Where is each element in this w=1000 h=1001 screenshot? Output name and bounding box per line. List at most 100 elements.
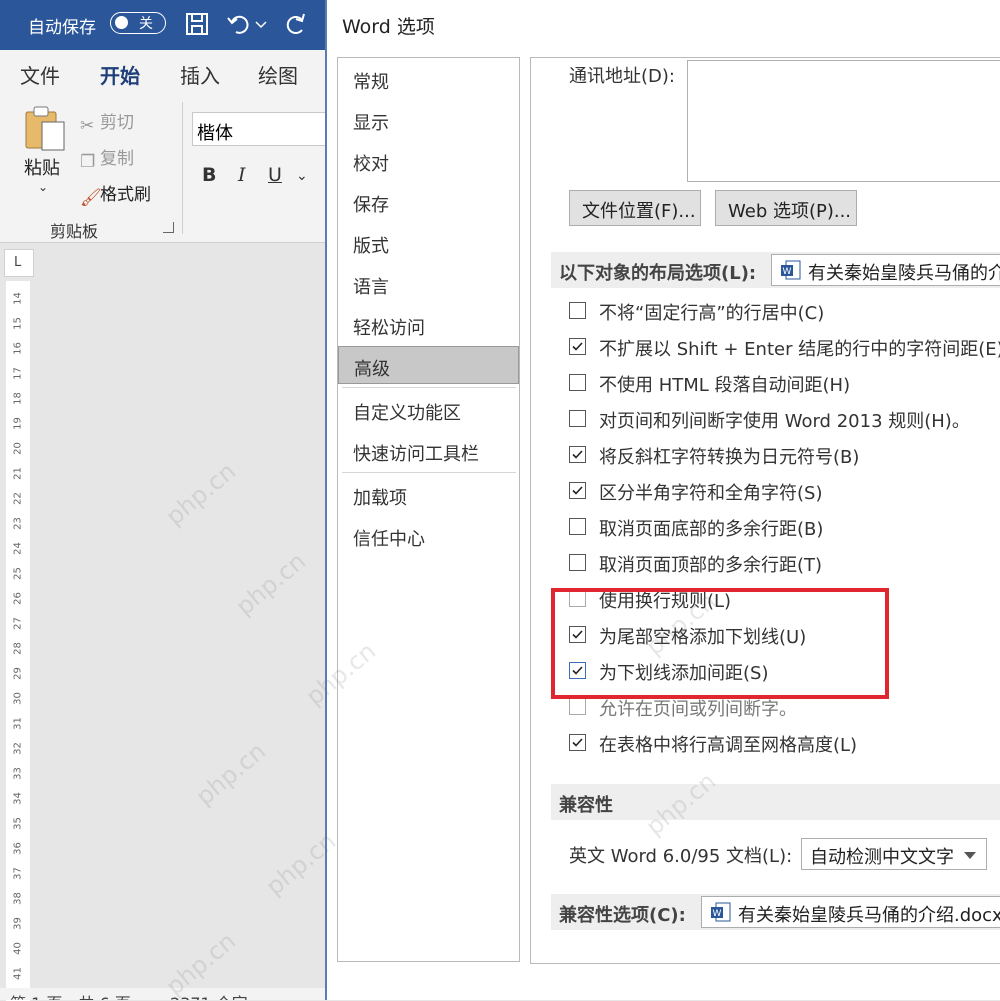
nav-accessibility[interactable]: 轻松访问: [338, 306, 519, 344]
ruler-number: 39: [12, 917, 24, 930]
compatibility-header: 兼容性: [551, 784, 1000, 820]
autosave-toggle[interactable]: 关: [110, 12, 166, 34]
compat-document-select[interactable]: W 有关秦始皇陵兵马俑的介绍.docx: [701, 896, 1000, 928]
layout-options-header: 以下对象的布局选项(L): W 有关秦始皇陵兵马俑的介绍.docx: [551, 252, 1000, 288]
option-checkbox[interactable]: [569, 446, 586, 463]
ribbon-tabs: 文件 开始 插入 绘图: [0, 50, 330, 98]
font-name-box[interactable]: 楷体: [192, 112, 332, 146]
option-checkbox[interactable]: [569, 518, 586, 535]
english-word-value: 自动检测中文文字: [810, 847, 954, 868]
ruler-number: 22: [12, 492, 24, 505]
copy-button[interactable]: ❐ 复制: [80, 144, 134, 172]
option-checkbox[interactable]: [569, 338, 586, 355]
tab-draw[interactable]: 绘图: [258, 60, 298, 89]
check-icon: [572, 450, 583, 459]
ruler-number: 19: [12, 417, 24, 430]
option-checkbox[interactable]: [569, 734, 586, 751]
layout-document-select[interactable]: W 有关秦始皇陵兵马俑的介绍.docx: [771, 254, 1000, 286]
cut-button[interactable]: ✂ 剪切: [80, 108, 134, 136]
option-checkbox[interactable]: [569, 302, 586, 319]
english-word-label: 英文 Word 6.0/95 文档(L):: [569, 846, 793, 867]
ruler-number: 24: [12, 542, 24, 555]
undo-icon[interactable]: [226, 10, 252, 38]
tab-home[interactable]: 开始: [100, 60, 140, 98]
options-nav: 常规 显示 校对 保存 版式 语言 轻松访问 高级 自定义功能区 快速访问工具栏…: [337, 57, 520, 962]
format-painter-button[interactable]: 🖌格式刷: [80, 180, 151, 208]
highlight-box: [551, 588, 889, 699]
underline-dropdown-icon[interactable]: ⌄: [296, 168, 308, 184]
check-icon: [572, 738, 583, 747]
english-word-select[interactable]: 自动检测中文文字: [801, 838, 987, 870]
status-bar: 第 1 页，共 6 页 2371 个字: [0, 988, 330, 1000]
page-count[interactable]: 第 1 页，共 6 页: [10, 990, 131, 1000]
ruler-number: 29: [12, 667, 24, 680]
ruler-number: 28: [12, 642, 24, 655]
nav-trust-center[interactable]: 信任中心: [338, 517, 519, 555]
option-checkbox[interactable]: [569, 554, 586, 571]
cut-label: 剪切: [100, 113, 134, 133]
ruler-number: 31: [12, 717, 24, 730]
tab-insert[interactable]: 插入: [180, 60, 220, 89]
nav-display[interactable]: 显示: [338, 101, 519, 139]
paste-dropdown-icon[interactable]: ⌄: [38, 180, 48, 194]
format-painter-label: 格式刷: [100, 185, 151, 205]
word-options-dialog: Word 选项 常规 显示 校对 保存 版式 语言 轻松访问 高级 自定义功能区…: [325, 0, 1000, 1000]
clipboard-launcher-icon[interactable]: [163, 222, 174, 233]
compat-document-name: 有关秦始皇陵兵马俑的介绍.docx: [738, 905, 1000, 926]
option-label: 取消页面底部的多余行距(B): [599, 519, 824, 540]
option-label: 对页间和列间断字使用 Word 2013 规则(H)。: [599, 411, 970, 432]
ribbon: 粘贴 ⌄ ✂ 剪切 ❐ 复制 🖌格式刷 剪贴板 楷体 B I U ⌄: [0, 94, 332, 243]
nav-typography[interactable]: 版式: [338, 224, 519, 262]
layout-options-label: 以下对象的布局选项(L):: [559, 263, 757, 284]
word-doc-icon: W: [781, 260, 801, 280]
option-checkbox[interactable]: [569, 698, 586, 715]
option-label: 不将“固定行高”的行居中(C): [599, 303, 825, 324]
toggle-knob: [115, 16, 128, 29]
nav-advanced[interactable]: 高级: [338, 346, 519, 384]
nav-language[interactable]: 语言: [338, 265, 519, 303]
nav-customize-ribbon[interactable]: 自定义功能区: [338, 391, 519, 429]
mailing-address-field[interactable]: [687, 60, 1000, 182]
undo-dropdown-icon[interactable]: [254, 10, 268, 38]
web-options-button[interactable]: Web 选项(P)...: [715, 190, 857, 226]
nav-quick-access-toolbar[interactable]: 快速访问工具栏: [338, 432, 519, 470]
tab-selector[interactable]: L: [4, 249, 34, 277]
tab-file[interactable]: 文件: [20, 60, 60, 89]
nav-add-ins[interactable]: 加载项: [338, 476, 519, 514]
word-title-bar: 自动保存 关: [0, 0, 330, 50]
italic-button[interactable]: I: [238, 164, 246, 186]
save-icon[interactable]: [184, 10, 210, 38]
ruler-number: 26: [12, 592, 24, 605]
nav-proofing[interactable]: 校对: [338, 142, 519, 180]
bold-button[interactable]: B: [202, 164, 216, 186]
option-checkbox[interactable]: [569, 410, 586, 427]
nav-general[interactable]: 常规: [338, 60, 519, 98]
dialog-title: Word 选项: [342, 16, 435, 38]
ruler-number: 20: [12, 442, 24, 455]
file-locations-button[interactable]: 文件位置(F)...: [569, 190, 701, 226]
ruler-number: 32: [12, 742, 24, 755]
copy-label: 复制: [100, 149, 134, 169]
vertical-ruler: 14 15 16 17 18 19 20 21 22 23 24 25 26 27 28 29 30 31 32 33…: [6, 281, 30, 1001]
brush-icon: 🖌: [80, 188, 102, 208]
autosave-label: 自动保存: [28, 18, 96, 38]
ruler-number: 40: [12, 942, 24, 955]
compat-options-header: 兼容性选项(C): W 有关秦始皇陵兵马俑的介绍.docx: [551, 894, 1000, 930]
paste-icon[interactable]: [22, 104, 68, 152]
redo-icon[interactable]: [282, 10, 308, 38]
option-label: 区分半角字符和全角字符(S): [599, 483, 823, 504]
underline-button[interactable]: U: [268, 164, 282, 186]
autosave-state: 关: [139, 16, 153, 32]
svg-text:W: W: [713, 909, 722, 919]
option-checkbox[interactable]: [569, 482, 586, 499]
paste-label[interactable]: 粘贴: [24, 154, 60, 180]
ruler-number: 34: [12, 792, 24, 805]
ruler-number: 35: [12, 817, 24, 830]
ruler-number: 27: [12, 617, 24, 630]
option-checkbox[interactable]: [569, 374, 586, 391]
nav-save[interactable]: 保存: [338, 183, 519, 221]
ruler-number: 41: [12, 967, 24, 980]
svg-text:W: W: [783, 267, 792, 277]
check-icon: [572, 342, 583, 351]
ruler-number: 16: [12, 342, 24, 355]
